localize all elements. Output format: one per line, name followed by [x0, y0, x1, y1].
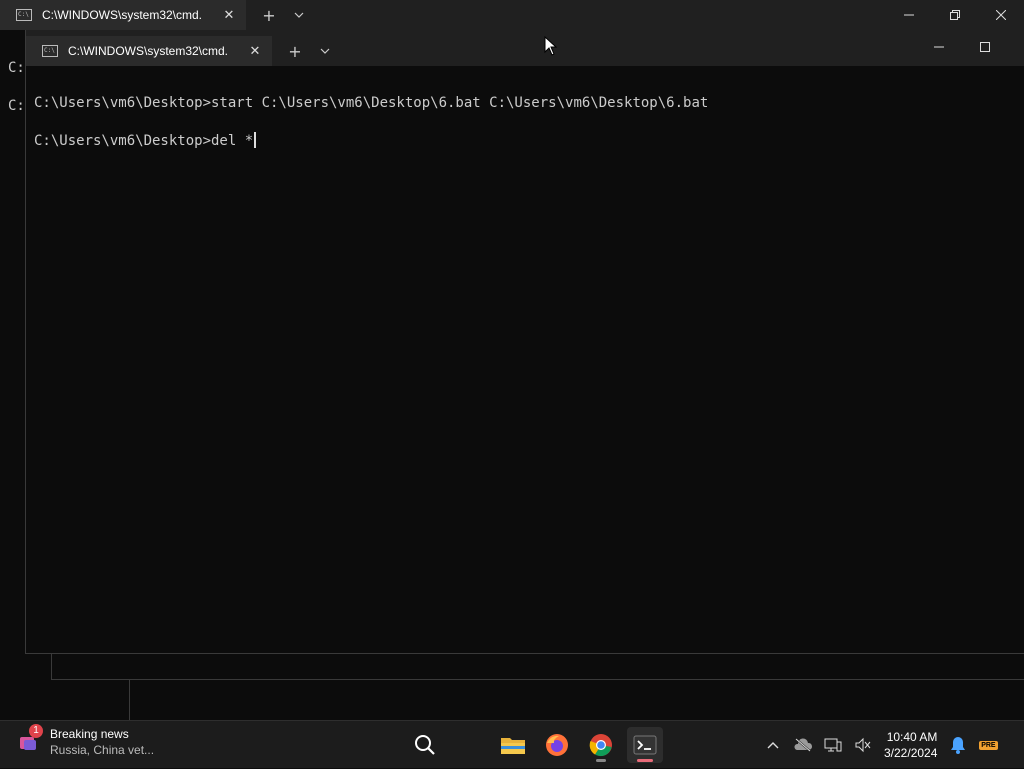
back-console-line: C:: [8, 98, 25, 114]
terminal-icon: [633, 735, 657, 755]
clock-date: 3/22/2024: [884, 746, 938, 760]
news-subtitle: Russia, China vet...: [50, 743, 155, 757]
system-tray: 10:40 AM 3/22/2024 PRE: [758, 721, 1003, 769]
front-tab-close-button[interactable]: ✕: [248, 43, 262, 59]
firefox-icon: [546, 734, 568, 756]
front-terminal-window[interactable]: C:\ C:\WINDOWS\system32\cmd. ✕ + C:\User…: [25, 30, 1024, 654]
volume-button[interactable]: [848, 730, 878, 760]
front-minimize-button[interactable]: [916, 32, 962, 62]
taskbar-firefox-button[interactable]: [539, 727, 575, 763]
news-count-badge: 1: [29, 724, 43, 738]
window-frame-edge: [129, 680, 130, 720]
mouse-pointer-icon: [544, 36, 558, 56]
news-widget[interactable]: 1 Breaking news Russia, China vet...: [14, 724, 155, 757]
console-prompt-line[interactable]: C:\Users\vm6\Desktop>del *: [34, 132, 1024, 151]
back-tab-bar: C:\ C:\WINDOWS\system32\cmd. ✕ +: [0, 0, 1024, 30]
notifications-button[interactable]: [943, 730, 973, 760]
back-tab-title: C:\WINDOWS\system32\cmd.: [42, 8, 203, 22]
close-icon: [996, 10, 1006, 20]
chevron-up-icon: [767, 742, 779, 749]
back-close-button[interactable]: [978, 0, 1024, 30]
back-new-tab-button[interactable]: +: [254, 0, 284, 30]
cloud-offline-icon: [794, 738, 813, 752]
maximize-icon: [980, 42, 990, 52]
back-tab[interactable]: C:\ C:\WINDOWS\system32\cmd. ✕: [0, 0, 246, 30]
running-indicator: [596, 759, 606, 762]
restore-icon: [950, 10, 960, 20]
taskbar-file-explorer-button[interactable]: [495, 727, 531, 763]
news-headline: Breaking news: [50, 727, 129, 741]
console-output[interactable]: C:\Users\vm6\Desktop>start C:\Users\vm6\…: [34, 94, 1024, 151]
file-explorer-icon: [501, 738, 525, 754]
onedrive-button[interactable]: [788, 730, 818, 760]
back-tab-close-button[interactable]: ✕: [222, 7, 236, 23]
back-tab-dropdown-button[interactable]: [284, 0, 314, 30]
front-caption-buttons: [916, 32, 1008, 62]
window-frame-edge: [51, 679, 1024, 680]
back-minimize-button[interactable]: [886, 0, 932, 30]
text-cursor: [254, 132, 257, 148]
console-input[interactable]: C:\Users\vm6\Desktop>del *: [34, 133, 253, 149]
volume-muted-icon: [855, 737, 871, 753]
front-tab-dropdown-button[interactable]: [310, 36, 340, 66]
cmd-icon: C:\: [42, 45, 58, 57]
window-frame-edge: [51, 654, 52, 680]
chrome-icon: [589, 734, 612, 757]
preview-badge: PRE: [973, 730, 1003, 760]
back-caption-buttons: [886, 0, 1024, 30]
front-new-tab-button[interactable]: +: [280, 36, 310, 66]
active-indicator: [637, 759, 653, 762]
bell-icon: [951, 737, 966, 754]
show-hidden-icons-button[interactable]: [758, 730, 788, 760]
clock-button[interactable]: 10:40 AM 3/22/2024: [884, 729, 937, 761]
front-maximize-button[interactable]: [962, 32, 1008, 62]
network-icon: [824, 738, 842, 752]
clock-time: 10:40 AM: [886, 730, 938, 744]
cmd-icon: C:\: [16, 9, 32, 21]
console-line: C:\Users\vm6\Desktop>start C:\Users\vm6\…: [34, 95, 709, 111]
front-tab-title: C:\WINDOWS\system32\cmd.: [68, 44, 229, 58]
taskbar-search-button[interactable]: [407, 727, 443, 763]
minimize-icon: [904, 14, 914, 16]
search-icon: [415, 735, 435, 755]
network-button[interactable]: [818, 730, 848, 760]
preview-badge-label: PRE: [979, 740, 998, 750]
chevron-down-icon: [320, 48, 330, 54]
taskbar: 1 Breaking news Russia, China vet... 10:…: [0, 720, 1024, 768]
back-restore-button[interactable]: [932, 0, 978, 30]
taskbar-chrome-button[interactable]: [583, 727, 619, 763]
minimize-icon: [934, 46, 944, 48]
widgets-icon: 1: [14, 724, 43, 756]
taskbar-terminal-button[interactable]: [627, 727, 663, 763]
chevron-down-icon: [294, 12, 304, 18]
front-tab[interactable]: C:\ C:\WINDOWS\system32\cmd. ✕: [26, 36, 272, 66]
back-console-line: C:: [8, 60, 25, 76]
front-tab-bar: C:\ C:\WINDOWS\system32\cmd. ✕ +: [26, 36, 1024, 66]
